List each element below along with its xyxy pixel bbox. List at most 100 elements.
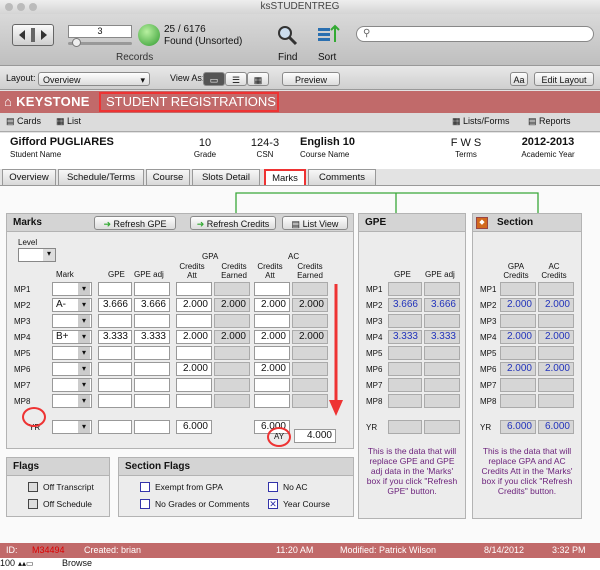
gpe-field[interactable] — [98, 394, 132, 408]
section-row-label: MP6 — [480, 365, 497, 374]
chevron-down-icon[interactable]: ▾ — [78, 421, 90, 433]
zoom-level[interactable]: 100 — [0, 558, 15, 568]
tab-course[interactable]: Course — [146, 169, 190, 185]
ac-credits-att-field[interactable] — [254, 314, 290, 328]
tab-comments[interactable]: Comments — [308, 169, 376, 185]
gpe-adj-field[interactable] — [134, 362, 170, 376]
gpe-adj-field[interactable]: 3.666 — [134, 298, 170, 312]
ac-credits-att-field[interactable]: 2.000 — [254, 362, 290, 376]
gpe-field[interactable] — [98, 420, 132, 434]
section-ac-credits — [538, 346, 574, 360]
section-ac-credits — [538, 282, 574, 296]
section-gpa-credits: 2.000 — [500, 330, 536, 344]
preview-button[interactable]: Preview — [282, 72, 340, 86]
view-as-table-button[interactable]: ▦ — [247, 72, 269, 86]
gpe-adj-value — [424, 314, 460, 328]
ac-credits-att-field[interactable] — [254, 394, 290, 408]
formatting-bar-button[interactable]: Aa — [510, 72, 528, 86]
ac-credits-att-field[interactable]: 2.000 — [254, 330, 290, 344]
list-view-icon: ☰ — [231, 75, 241, 85]
gpe-value — [388, 314, 422, 328]
ay-label: AY — [267, 427, 291, 447]
list-button[interactable]: ▦ List — [56, 116, 81, 127]
gpa-credits-att-field[interactable]: 2.000 — [176, 362, 212, 376]
chevron-down-icon[interactable]: ▾ — [78, 331, 90, 343]
gpe-field[interactable]: 3.333 — [98, 330, 132, 344]
ac-credits-att-field[interactable] — [254, 346, 290, 360]
gpe-adj-field[interactable] — [134, 378, 170, 392]
gpa-credits-att-field[interactable] — [176, 394, 212, 408]
list-view-button[interactable]: ▤ List View — [282, 216, 348, 230]
book-navigation[interactable] — [12, 24, 54, 46]
exempt-gpa-checkbox[interactable] — [140, 482, 150, 492]
gpe-adj-field[interactable] — [134, 346, 170, 360]
edit-layout-button[interactable]: Edit Layout — [534, 72, 594, 86]
chevron-down-icon[interactable]: ▾ — [78, 283, 90, 295]
gpa-credits-att-field[interactable]: 2.000 — [176, 330, 212, 344]
layout-select[interactable]: Overview ▾ — [38, 72, 150, 86]
close-window-icon[interactable] — [5, 3, 13, 11]
ac-credits-att-field[interactable]: 2.000 — [254, 298, 290, 312]
view-as-form-button[interactable]: ▭ — [203, 72, 225, 86]
gpa-credits-att-field[interactable]: 2.000 — [176, 298, 212, 312]
no-grades-checkbox[interactable] — [140, 499, 150, 509]
gpa-credits-att-field[interactable] — [176, 314, 212, 328]
gpe-adj-field[interactable] — [134, 314, 170, 328]
find-button[interactable] — [276, 24, 300, 46]
gpa-credits-att-field[interactable] — [176, 282, 212, 296]
minimize-window-icon[interactable] — [17, 3, 25, 11]
chevron-down-icon[interactable]: ▾ — [78, 299, 90, 311]
sort-button[interactable] — [316, 24, 340, 46]
form-view-icon: ▭ — [209, 75, 219, 85]
home-icon: ⌂ — [4, 94, 13, 109]
list-view-label: List View — [302, 219, 339, 229]
ac-credits-att-field[interactable] — [254, 282, 290, 296]
cards-button[interactable]: ▤ Cards — [6, 116, 41, 127]
view-as-list-button[interactable]: ☰ — [225, 72, 247, 86]
tab-overview[interactable]: Overview — [2, 169, 56, 185]
record-number-input[interactable]: 3 — [68, 25, 132, 38]
year-course-checkbox[interactable]: ✕ — [268, 499, 278, 509]
chevron-down-icon[interactable]: ▾ — [78, 363, 90, 375]
level-select[interactable]: ▾ — [18, 248, 56, 262]
gpe-adj-field[interactable] — [134, 282, 170, 296]
student-name: Gifford PUGLIARES — [10, 136, 114, 148]
ac-credits-att-field[interactable] — [254, 378, 290, 392]
refresh-gpe-button[interactable]: ➜ Refresh GPE — [94, 216, 176, 230]
chevron-down-icon[interactable]: ▾ — [78, 315, 90, 327]
exempt-gpa-label: Exempt from GPA — [155, 482, 223, 492]
section-ac-credits: 2.000 — [538, 362, 574, 376]
gpe-field[interactable] — [98, 314, 132, 328]
tab-marks[interactable]: Marks — [264, 169, 306, 185]
gpa-credits-att-field[interactable]: 6.000 — [176, 420, 212, 434]
quick-find-input[interactable]: ⚲ — [356, 26, 594, 42]
gpe-field[interactable] — [98, 378, 132, 392]
gpe-field[interactable] — [98, 346, 132, 360]
off-transcript-checkbox[interactable] — [28, 482, 38, 492]
gpe-adj-field[interactable] — [134, 420, 170, 434]
gpe-field[interactable]: 3.666 — [98, 298, 132, 312]
section-ac-credits: 6.000 — [538, 420, 574, 434]
gpe-field[interactable] — [98, 282, 132, 296]
refresh-credits-button[interactable]: ➜ Refresh Credits — [190, 216, 276, 230]
gpe-adj-field[interactable]: 3.333 — [134, 330, 170, 344]
lists-forms-button[interactable]: ▦ Lists/Forms — [452, 116, 510, 127]
zoom-window-icon[interactable] — [29, 3, 37, 11]
tab-schedule-terms[interactable]: Schedule/Terms — [58, 169, 144, 185]
zoom-controls-icon[interactable]: ▴▴▭ — [18, 559, 34, 568]
gpe-adj-field[interactable] — [134, 394, 170, 408]
gpe-field[interactable] — [98, 362, 132, 376]
gpa-credits-att-field[interactable] — [176, 378, 212, 392]
section-go-icon[interactable]: ◆ — [476, 217, 488, 229]
record-slider-handle[interactable] — [72, 38, 81, 47]
gpa-credits-att-field[interactable] — [176, 346, 212, 360]
off-schedule-checkbox[interactable] — [28, 499, 38, 509]
reports-button[interactable]: ▤ Reports — [528, 116, 571, 127]
chevron-down-icon[interactable]: ▾ — [78, 379, 90, 391]
chevron-down-icon[interactable]: ▾ — [78, 347, 90, 359]
tab-slots-detail[interactable]: Slots Detail — [192, 169, 260, 185]
no-ac-checkbox[interactable] — [268, 482, 278, 492]
grade-value: 10 — [198, 137, 212, 149]
chevron-down-icon: ▾ — [43, 249, 55, 261]
chevron-down-icon[interactable]: ▾ — [78, 395, 90, 407]
